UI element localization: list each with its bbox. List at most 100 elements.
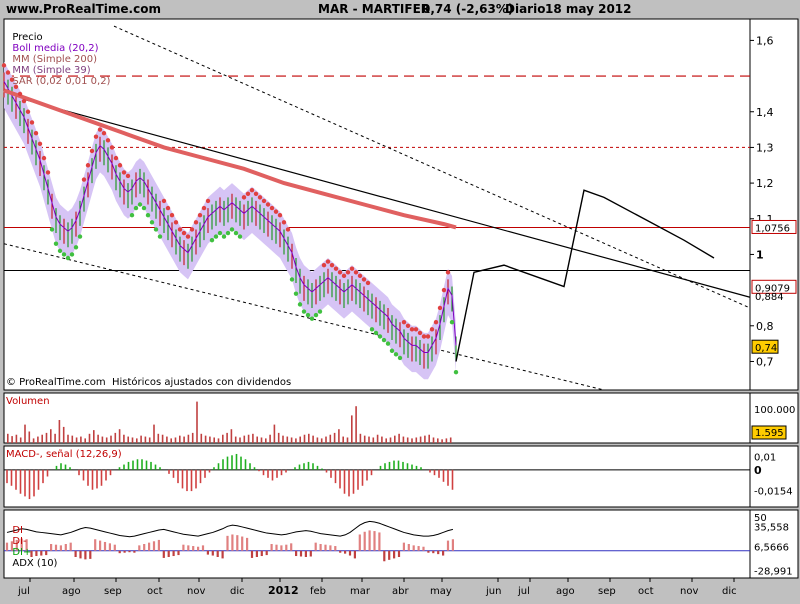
volume-bar — [161, 434, 164, 443]
sar-dot — [169, 213, 175, 218]
volume-bar — [209, 436, 211, 443]
sar-dot — [61, 252, 67, 257]
volume-bar — [243, 435, 246, 443]
volume-bar — [153, 424, 155, 443]
sar-dot — [49, 227, 55, 232]
sar-dot — [125, 173, 131, 179]
sar-dot — [21, 98, 27, 104]
chart-stage: 1,6 1,4 1,3 1,2 1,1 1 0,8 0,7 1,0756 0,9079 0,884 0… — [0, 0, 800, 600]
sar-dot — [433, 320, 439, 325]
volume-bar — [269, 434, 271, 443]
volume-bar — [170, 438, 172, 443]
sar-dot — [333, 266, 339, 271]
sar-dot — [289, 277, 295, 282]
volume-bar — [226, 432, 228, 443]
sar-dot — [361, 277, 367, 282]
sar-dot — [265, 202, 271, 207]
volume-bar — [424, 435, 426, 443]
sar-dot — [409, 327, 415, 332]
sar-dot — [69, 252, 75, 257]
site-url[interactable]: www.ProRealTime.com — [6, 2, 161, 16]
volume-bar — [381, 436, 383, 443]
volume-bar — [372, 437, 375, 443]
sar-dot — [45, 170, 51, 175]
sar-dot — [437, 305, 443, 311]
volume-bar — [333, 432, 336, 443]
volume-bar — [144, 436, 147, 443]
volume-bar — [28, 431, 31, 443]
sar-dot — [53, 241, 59, 246]
volume-bar — [368, 436, 370, 443]
volume-bar — [256, 436, 258, 443]
volume-bar — [32, 438, 35, 443]
x-tick-label: nov — [680, 586, 698, 597]
volume-bar — [67, 434, 69, 443]
volume-bar — [140, 435, 142, 443]
sar-dot — [117, 163, 123, 168]
sar-dot — [237, 234, 243, 239]
volume-bar — [80, 436, 82, 443]
x-tick-label: jun — [485, 586, 501, 597]
volume-bar — [179, 435, 181, 443]
volume-bar — [71, 435, 74, 443]
sar-dot — [33, 130, 39, 136]
sar-dot — [249, 188, 255, 193]
sar-dot — [241, 195, 247, 200]
sar-dot — [365, 280, 371, 286]
price-marker-label: 0,884 — [755, 292, 784, 303]
volume-bar — [88, 433, 91, 443]
volume-bar — [123, 434, 125, 443]
volume-bar — [376, 434, 379, 443]
volume-bar — [204, 435, 207, 443]
sar-dot — [185, 234, 191, 239]
sar-dot — [85, 163, 91, 168]
volume-bar — [222, 434, 224, 443]
volume-bar — [187, 434, 190, 443]
sar-dot — [269, 205, 275, 211]
volume-bar — [93, 430, 95, 443]
volume-bar — [441, 439, 443, 443]
sar-dot — [133, 205, 139, 211]
sar-dot — [341, 273, 347, 279]
volume-bar — [299, 436, 301, 443]
volume-bar — [342, 436, 344, 443]
volume-bar — [385, 438, 387, 443]
sar-dot — [381, 337, 387, 343]
quote-value: 0,74 (-2,63%) — [422, 2, 514, 16]
volume-bar — [7, 433, 9, 443]
volume-bar — [449, 437, 452, 443]
volume-bar — [260, 437, 263, 443]
volume-bar — [97, 434, 99, 443]
volume-bar — [273, 424, 276, 443]
volume-bar — [355, 406, 357, 443]
price-tick-label: 1,6 — [756, 34, 774, 47]
price-marker-label: 0,74 — [755, 343, 777, 354]
volume-bar — [105, 437, 108, 443]
sar-dot — [81, 177, 87, 182]
price-marker-label: 1,0756 — [755, 223, 790, 234]
sar-dot — [129, 213, 135, 218]
sar-dot — [349, 266, 355, 271]
sar-dot — [301, 309, 307, 314]
volume-bar — [325, 436, 327, 443]
volume-tick-label: 100.000 — [754, 405, 795, 416]
volume-bar — [419, 436, 422, 443]
price-tick-label: 1,2 — [756, 177, 774, 190]
volume-bar — [24, 424, 26, 443]
volume-bar — [234, 436, 237, 443]
volume-bar — [127, 436, 129, 443]
volume-bar — [295, 438, 297, 443]
sar-dot — [277, 213, 283, 218]
volume-bar — [157, 433, 160, 443]
sar-dot — [429, 327, 435, 332]
sar-dot — [329, 262, 335, 268]
sar-dot — [417, 330, 423, 336]
sar-dot — [201, 205, 207, 211]
volume-bar — [363, 435, 366, 443]
price-legend: Precio Boll media (20,2) MM (Simple 200)… — [6, 21, 110, 87]
sar-dot — [421, 334, 427, 339]
sar-dot — [25, 109, 31, 114]
legend-sma200: MM (Simple 200) — [12, 54, 98, 65]
sar-dot — [105, 138, 111, 143]
sar-dot — [385, 341, 391, 346]
